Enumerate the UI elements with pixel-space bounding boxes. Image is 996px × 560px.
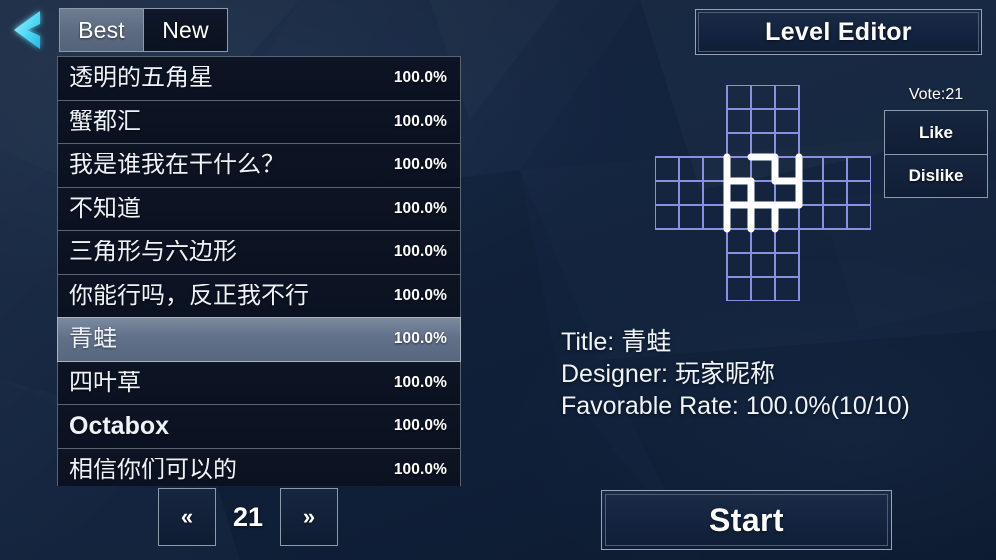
list-item-rate: 100.0%: [393, 199, 447, 217]
list-item-title: 青蛙: [69, 327, 117, 352]
vote-buttons: Like Dislike: [884, 110, 988, 198]
page-number: 21: [232, 501, 264, 532]
list-item[interactable]: 我是谁我在干什么？ 100.0%: [57, 143, 461, 188]
next-page-button[interactable]: »: [280, 488, 338, 546]
list-item-title: 不知道: [69, 196, 141, 221]
list-item-rate: 100.0%: [393, 243, 447, 261]
list-item[interactable]: 相信你们可以的 100.0%: [57, 447, 461, 486]
list-item[interactable]: 三角形与六边形 100.0%: [57, 230, 461, 275]
like-button[interactable]: Like: [885, 111, 987, 154]
list-item-rate: 100.0%: [393, 156, 447, 174]
list-item-title: 相信你们可以的: [69, 457, 237, 482]
list-item[interactable]: 青蛙 100.0%: [57, 317, 461, 362]
pagination: « 21 »: [158, 488, 338, 546]
next-page-label: »: [302, 504, 316, 529]
dislike-label: Dislike: [908, 166, 964, 185]
list-item[interactable]: 你能行吗，反正我不行 100.0%: [57, 273, 461, 318]
level-list[interactable]: 透明的五角星 100.0% 蟹都汇 100.0% 我是谁我在干什么？ 100.0% 不知道 1…: [57, 56, 461, 486]
prev-page-button[interactable]: «: [158, 488, 216, 546]
tab-bar: Best New: [59, 8, 228, 52]
list-item-rate: 100.0%: [393, 112, 447, 130]
list-item[interactable]: 透明的五角星 100.0%: [57, 56, 461, 101]
list-item-title: 透明的五角星: [69, 66, 213, 91]
list-item-rate: 100.0%: [393, 417, 447, 435]
chevron-left-icon: [14, 11, 40, 49]
list-item-title: 我是谁我在干什么？: [69, 153, 285, 178]
level-editor-button[interactable]: Level Editor: [695, 9, 982, 55]
dislike-button[interactable]: Dislike: [885, 154, 987, 197]
level-preview: [653, 83, 873, 303]
level-editor-label: Level Editor: [698, 12, 979, 52]
detail-favorable-rate: Favorable Rate: 100.0%(10/10): [561, 392, 910, 420]
start-button[interactable]: Start: [601, 490, 892, 550]
level-preview-grid: [653, 83, 873, 303]
start-label: Start: [605, 494, 888, 546]
level-details: Title: 青蛙 Designer: 玩家昵称 Favorable Rate:…: [561, 326, 910, 422]
detail-designer: Designer: 玩家昵称: [561, 360, 775, 388]
list-item-rate: 100.0%: [393, 330, 447, 348]
like-label: Like: [918, 122, 954, 142]
list-item-title: Octabox: [69, 413, 170, 439]
list-item-title: 三角形与六边形: [69, 240, 237, 265]
tab-new-label: New: [162, 16, 209, 43]
tab-best[interactable]: Best: [59, 8, 144, 52]
list-item[interactable]: Octabox 100.0%: [57, 404, 461, 449]
list-item[interactable]: 四叶草 100.0%: [57, 360, 461, 405]
list-item[interactable]: 蟹都汇 100.0%: [57, 99, 461, 144]
list-item-rate: 100.0%: [393, 286, 447, 304]
list-item[interactable]: 不知道 100.0%: [57, 186, 461, 231]
tab-best-label: Best: [78, 16, 125, 43]
tab-new[interactable]: New: [143, 8, 228, 52]
list-item-title: 四叶草: [69, 370, 141, 395]
back-button[interactable]: [4, 4, 56, 56]
detail-title: Title: 青蛙: [561, 328, 672, 356]
list-item-title: 蟹都汇: [69, 109, 141, 134]
list-item-rate: 100.0%: [393, 460, 447, 478]
vote-count: Vote:21: [908, 86, 964, 103]
list-item-rate: 100.0%: [393, 69, 447, 87]
list-item-title: 你能行吗，反正我不行: [69, 283, 309, 308]
prev-page-label: «: [180, 504, 194, 529]
list-item-rate: 100.0%: [393, 373, 447, 391]
